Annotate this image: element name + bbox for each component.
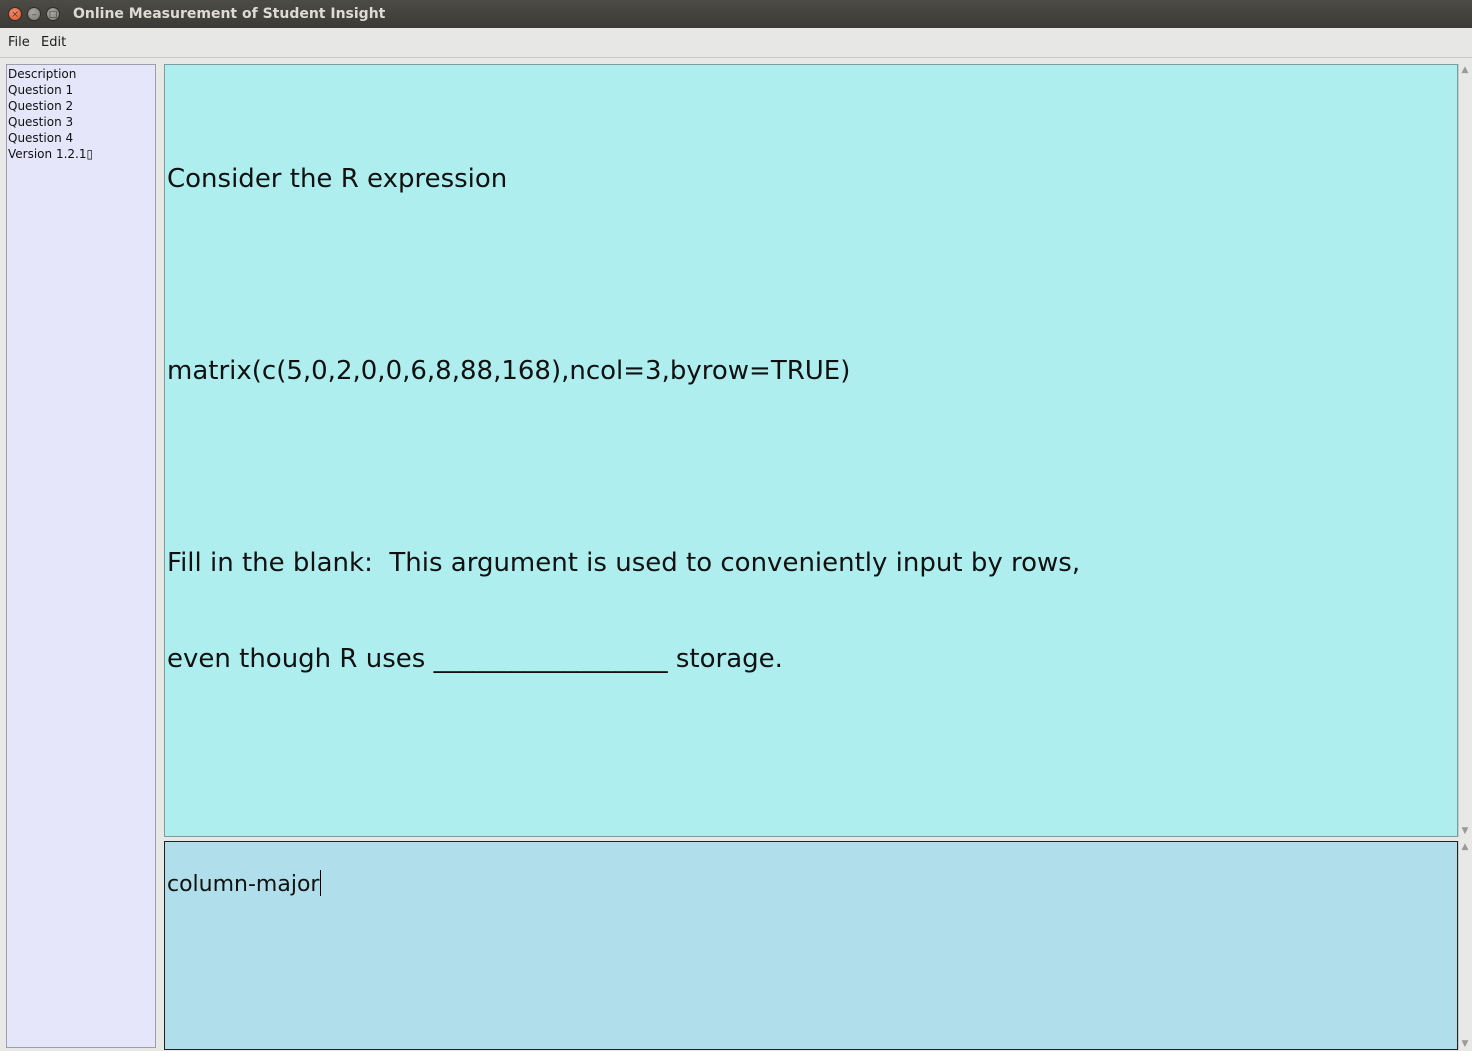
text-caret	[320, 870, 322, 896]
menu-edit[interactable]: Edit	[41, 35, 66, 50]
window-title: Online Measurement of Student Insight	[73, 6, 386, 22]
sidebar-item-question-2[interactable]: Question 2	[7, 98, 93, 114]
scroll-up-arrow-icon[interactable]: ▲	[1460, 65, 1470, 75]
question-scrollbar[interactable]: ▲ ▼	[1458, 64, 1471, 837]
title-bar: × – □ Online Measurement of Student Insi…	[0, 0, 1472, 28]
answer-scrollbar[interactable]: ▲ ▼	[1458, 841, 1471, 1050]
scroll-down-arrow-icon[interactable]: ▼	[1460, 1039, 1470, 1049]
question-pane[interactable]: Consider the R expression matrix(c(5,0,2…	[164, 64, 1458, 837]
scroll-down-arrow-icon[interactable]: ▼	[1460, 826, 1470, 836]
question-text: Consider the R expression matrix(c(5,0,2…	[167, 99, 1080, 739]
answer-text[interactable]: column-major	[167, 870, 322, 897]
question-line	[167, 451, 1080, 483]
sidebar-item-description[interactable]: Description	[7, 66, 93, 82]
question-line: matrix(c(5,0,2,0,0,6,8,88,168),ncol=3,by…	[167, 356, 851, 386]
sidebar-item-question-3[interactable]: Question 3	[7, 114, 93, 130]
sidebar-item-question-1[interactable]: Question 1	[7, 82, 93, 98]
close-window-icon[interactable]: ×	[8, 7, 22, 21]
maximize-window-icon[interactable]: □	[46, 7, 60, 21]
sidebar-item-question-4[interactable]: Question 4	[7, 130, 93, 146]
question-line: Fill in the blank: This argument is used…	[167, 548, 1081, 578]
menu-bar: File Edit	[0, 28, 1472, 58]
answer-value: column-major	[167, 872, 320, 897]
scroll-up-arrow-icon[interactable]: ▲	[1460, 842, 1470, 852]
question-line: Consider the R expression	[167, 164, 508, 194]
question-navigation-sidebar: Description Question 1 Question 2 Questi…	[6, 64, 156, 1048]
question-line	[167, 259, 1080, 291]
menu-file[interactable]: File	[8, 35, 30, 50]
question-line: even though R uses __________________ st…	[167, 644, 783, 674]
answer-input[interactable]: column-major	[164, 841, 1458, 1050]
sidebar-item-version[interactable]: Version 1.2.1▯	[7, 146, 93, 162]
minimize-window-icon[interactable]: –	[27, 7, 41, 21]
